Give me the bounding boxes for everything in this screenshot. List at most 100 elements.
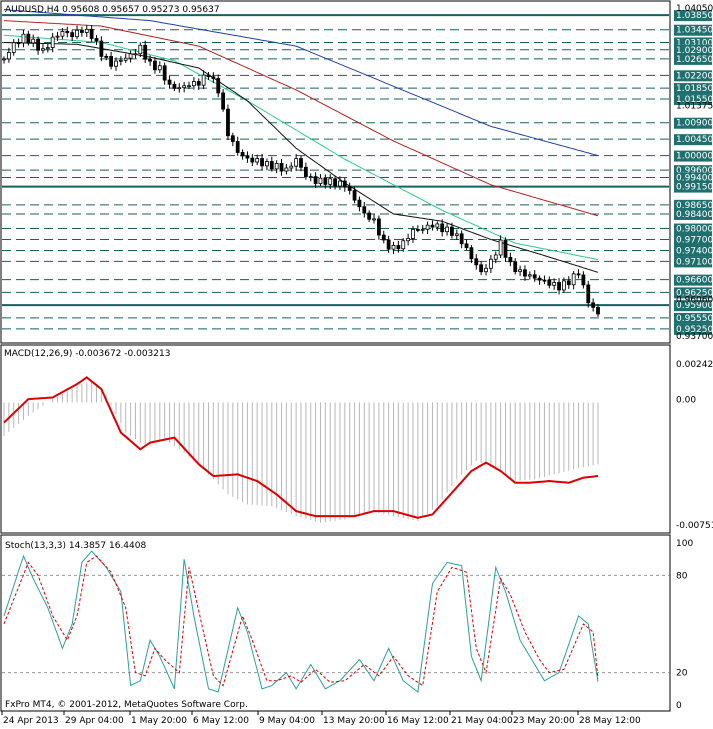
time-label: 13 May 20:00 [323, 716, 385, 726]
candle-body [347, 186, 352, 191]
candle-body [566, 280, 571, 286]
candle-body [123, 57, 128, 61]
candle-body [172, 83, 177, 89]
candle-body [265, 161, 269, 167]
stoch-tick: 0 [676, 701, 682, 711]
candle-body [157, 65, 162, 71]
candle-body [41, 48, 45, 51]
level-label: 1.02200 [676, 71, 713, 81]
symbol-header: AUDUSD,H4 0.95608 0.95657 0.95273 0.9563… [5, 5, 220, 15]
candle-body [294, 158, 299, 167]
candle-body [420, 228, 425, 231]
candle-body [70, 32, 75, 38]
candle-body [547, 279, 552, 286]
level-label: 0.98400 [676, 210, 713, 220]
candle-body [596, 307, 600, 315]
candle-body [576, 273, 581, 276]
candle-body [430, 224, 435, 228]
time-label: 23 May 20:00 [513, 716, 575, 726]
candle-body [303, 166, 308, 178]
candle-body [65, 31, 70, 34]
candle-body [571, 273, 576, 286]
candle-body [60, 31, 65, 37]
candle-body [118, 59, 123, 62]
candle-body [75, 29, 79, 38]
candle-body [557, 282, 561, 291]
macd-tick: 0.00 [676, 395, 696, 405]
candle-body [401, 240, 406, 250]
candle-body [2, 58, 6, 61]
candle-body [128, 53, 133, 59]
price-tick: 1.01375 [676, 101, 713, 111]
candle-body [440, 223, 445, 233]
candle-body [445, 226, 449, 233]
price-tick: 0.96060 [676, 295, 713, 305]
candle-body [308, 176, 313, 179]
candle-body [84, 28, 89, 33]
candle-body [527, 274, 532, 277]
candle-body [153, 60, 157, 71]
candle-body [138, 44, 143, 55]
candle-body [425, 224, 430, 230]
level-label: 1.00450 [676, 135, 713, 145]
candle-body [255, 158, 260, 163]
candle-body [221, 92, 225, 110]
candle-body [459, 233, 464, 245]
candle-body [250, 157, 255, 163]
macd-tick: -0.00751 [676, 521, 713, 531]
candle-body [143, 44, 148, 60]
candle-body [109, 56, 114, 67]
candle-body [406, 238, 411, 242]
stoch-lines [3, 550, 599, 693]
price-tick: 0.93700 [676, 332, 713, 342]
candle-body [50, 36, 55, 49]
candle-body [89, 28, 94, 39]
time-label: 6 May 12:00 [193, 716, 249, 726]
trading-chart[interactable]: 1.038501.034501.031001.029001.026501.022… [0, 0, 713, 729]
level-label: 0.98000 [676, 225, 713, 235]
time-label: 16 May 12:00 [387, 716, 449, 726]
candle-body [372, 218, 376, 221]
candle-body [11, 42, 16, 53]
ma-green-line [3, 34, 599, 261]
candle-body [114, 60, 118, 67]
candle-body [328, 178, 333, 185]
level-label: 1.00000 [676, 152, 713, 162]
candle-body [508, 256, 513, 263]
candle-body [488, 258, 493, 269]
level-label: 1.00900 [676, 119, 713, 129]
candle-body [323, 177, 328, 185]
candle-body [274, 163, 279, 170]
candle-body [187, 85, 191, 88]
time-label: 1 May 20:00 [131, 716, 187, 726]
candle-body [450, 226, 454, 236]
candle-body [162, 65, 167, 81]
price-tick: 1.04050 [676, 4, 713, 14]
candle-body [357, 199, 362, 208]
candle-body [352, 190, 357, 201]
candle-body [318, 177, 323, 184]
candle-body [562, 280, 566, 291]
candle-body [313, 176, 318, 184]
candle-body [99, 40, 104, 57]
candle-body [523, 269, 527, 277]
time-label: 9 May 04:00 [259, 716, 315, 726]
candle-body [513, 261, 518, 273]
candle-body [182, 85, 187, 89]
candle-body [381, 234, 386, 241]
level-label: 0.99150 [676, 183, 713, 193]
candle-body [493, 254, 498, 260]
candle-body [6, 52, 11, 60]
candle-body [498, 239, 503, 256]
candle-body [26, 33, 31, 44]
candle-body [435, 223, 440, 228]
candle-body [260, 158, 264, 167]
candle-body [211, 76, 216, 79]
copyright-text: FxPro MT4, © 2001-2012, MetaQuotes Softw… [5, 700, 248, 710]
candle-body [411, 229, 415, 239]
candle-body [289, 165, 294, 169]
candle-body [16, 42, 21, 45]
candle-body [391, 245, 396, 250]
candle-body [581, 274, 586, 286]
candle-body [196, 81, 201, 86]
